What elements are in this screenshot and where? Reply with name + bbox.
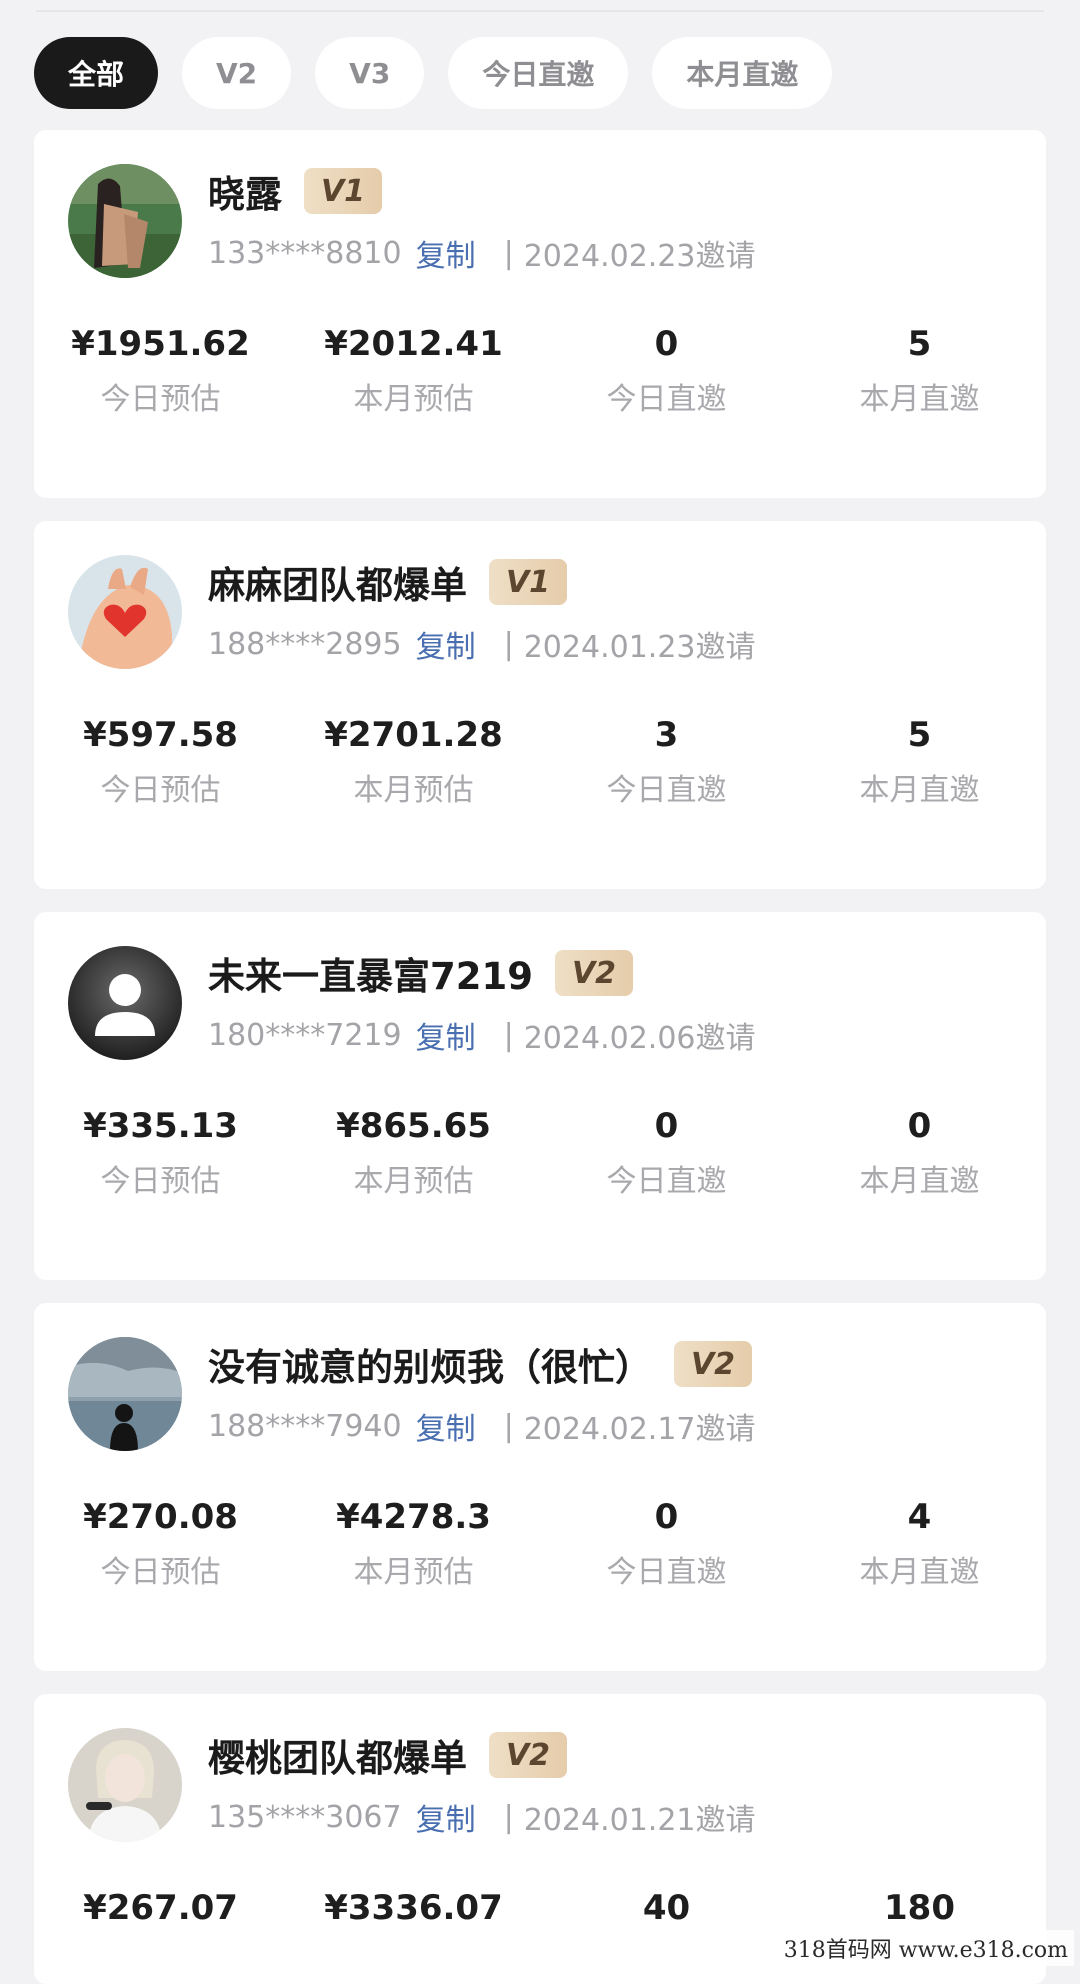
month-estimate-label: 本月预估 <box>353 1555 474 1590</box>
invite-date: 2024.02.17邀请 <box>523 1412 756 1447</box>
month-estimate-value: ¥3336.07 <box>324 1888 503 1928</box>
today-invites-value: 40 <box>642 1888 691 1928</box>
month-estimate-value: ¥865.65 <box>336 1106 491 1146</box>
tab-v3[interactable]: V3 <box>315 37 425 109</box>
invite-date: 2024.02.23邀请 <box>523 239 756 274</box>
copy-button[interactable]: 复制 <box>416 1013 476 1057</box>
phone-number: 180****7219 <box>208 1017 402 1053</box>
separator: | <box>503 1799 514 1835</box>
today-estimate-label: 今日预估 <box>100 1555 221 1590</box>
copy-button[interactable]: 复制 <box>416 622 476 666</box>
today-estimate-value: ¥335.13 <box>83 1106 238 1146</box>
level-badge: V2 <box>489 1732 567 1778</box>
member-name: 麻麻团队都爆单 <box>208 564 467 607</box>
month-invites-value: 5 <box>907 324 932 364</box>
avatar <box>68 946 182 1060</box>
month-estimate-label: 本月预估 <box>353 773 474 808</box>
month-invites-label: 本月直邀 <box>859 1164 980 1199</box>
level-badge: V1 <box>304 168 382 214</box>
phone-number: 188****2895 <box>208 626 402 662</box>
tab-month-invites[interactable]: 本月直邀 <box>652 37 833 109</box>
avatar <box>68 1728 182 1842</box>
stats-row: ¥597.58 今日预估 ¥2701.28 本月预估 3 今日直邀 5 本月直邀 <box>34 711 1046 811</box>
today-invites-label: 今日直邀 <box>606 382 727 417</box>
stats-row: ¥267.07 ¥3336.07 40 180 <box>34 1884 1046 1932</box>
level-badge: V1 <box>489 559 567 605</box>
month-invites-value: 0 <box>907 1106 932 1146</box>
top-divider <box>36 10 1044 12</box>
month-invites-label: 本月直邀 <box>859 1555 980 1590</box>
member-card[interactable]: 麻麻团队都爆单 V1 188****2895 复制 | 2024.01.23邀请… <box>34 521 1046 889</box>
member-name: 樱桃团队都爆单 <box>208 1737 467 1780</box>
phone-number: 133****8810 <box>208 235 402 271</box>
watermark: 318首码网 www.e318.com <box>777 1930 1074 1966</box>
member-name: 晓露 <box>208 173 282 216</box>
month-invites-label: 本月直邀 <box>859 382 980 417</box>
copy-button[interactable]: 复制 <box>416 1795 476 1839</box>
today-estimate-label: 今日预估 <box>100 773 221 808</box>
today-estimate-value: ¥597.58 <box>83 715 238 755</box>
invite-date: 2024.01.21邀请 <box>523 1803 756 1838</box>
month-estimate-label: 本月预估 <box>353 382 474 417</box>
phone-number: 135****3067 <box>208 1799 402 1835</box>
member-card[interactable]: 未来一直暴富7219 V2 180****7219 复制 | 2024.02.0… <box>34 912 1046 1280</box>
member-card[interactable]: 晓露 V1 133****8810 复制 | 2024.02.23邀请 ¥195… <box>34 130 1046 498</box>
tab-all[interactable]: 全部 <box>34 37 159 109</box>
today-estimate-label: 今日预估 <box>100 1164 221 1199</box>
tab-v2[interactable]: V2 <box>182 37 292 109</box>
member-card[interactable]: 没有诚意的别烦我（很忙） V2 188****7940 复制 | 2024.02… <box>34 1303 1046 1671</box>
today-invites-value: 3 <box>654 715 679 755</box>
today-invites-value: 0 <box>654 1106 679 1146</box>
separator: | <box>503 1408 514 1444</box>
avatar <box>68 1337 182 1451</box>
member-name: 未来一直暴富7219 <box>208 955 533 998</box>
avatar <box>68 555 182 669</box>
today-invites-label: 今日直邀 <box>606 773 727 808</box>
today-estimate-value: ¥267.07 <box>83 1888 238 1928</box>
tab-today-invites[interactable]: 今日直邀 <box>448 37 629 109</box>
copy-button[interactable]: 复制 <box>416 231 476 275</box>
stats-row: ¥335.13 今日预估 ¥865.65 本月预估 0 今日直邀 0 本月直邀 <box>34 1102 1046 1202</box>
stats-row: ¥1951.62 今日预估 ¥2012.41 本月预估 0 今日直邀 5 本月直邀 <box>34 320 1046 420</box>
avatar <box>68 164 182 278</box>
level-badge: V2 <box>554 950 633 996</box>
today-estimate-value: ¥270.08 <box>83 1497 238 1537</box>
month-estimate-value: ¥2012.41 <box>324 324 503 364</box>
invite-date: 2024.02.06邀请 <box>523 1021 756 1056</box>
separator: | <box>503 235 514 271</box>
phone-number: 188****7940 <box>208 1408 402 1444</box>
filter-tabs: 全部 V2 V3 今日直邀 本月直邀 <box>34 37 833 109</box>
level-badge: V2 <box>674 1341 752 1387</box>
member-name: 没有诚意的别烦我（很忙） <box>208 1346 652 1389</box>
separator: | <box>503 1017 514 1053</box>
month-invites-label: 本月直邀 <box>859 773 980 808</box>
separator: | <box>503 626 514 662</box>
copy-button[interactable]: 复制 <box>416 1404 476 1448</box>
today-invites-value: 0 <box>654 324 679 364</box>
month-estimate-label: 本月预估 <box>353 1164 474 1199</box>
today-invites-label: 今日直邀 <box>606 1555 727 1590</box>
invite-date: 2024.01.23邀请 <box>523 630 756 665</box>
month-estimate-value: ¥4278.3 <box>336 1497 491 1537</box>
today-estimate-label: 今日预估 <box>100 382 221 417</box>
stats-row: ¥270.08 今日预估 ¥4278.3 本月预估 0 今日直邀 4 本月直邀 <box>34 1493 1046 1593</box>
today-invites-value: 0 <box>654 1497 679 1537</box>
month-estimate-value: ¥2701.28 <box>324 715 503 755</box>
month-invites-value: 5 <box>907 715 932 755</box>
month-invites-value: 180 <box>884 1888 955 1928</box>
today-invites-label: 今日直邀 <box>606 1164 727 1199</box>
month-invites-value: 4 <box>907 1497 932 1537</box>
today-estimate-value: ¥1951.62 <box>71 324 250 364</box>
